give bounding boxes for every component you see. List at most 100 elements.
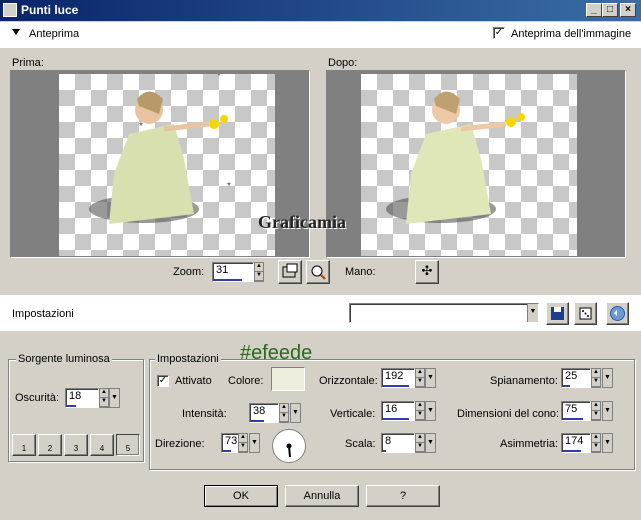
intensity-slider[interactable] [251, 420, 264, 422]
scale-label: Scala: [345, 438, 376, 450]
scale-dropdown[interactable]: ▼ [425, 433, 436, 453]
cancel-button[interactable]: Annulla [285, 485, 359, 507]
pan-label: Mano: [345, 266, 376, 278]
zoom-tool-button[interactable] [306, 260, 330, 284]
darkness-label: Oscurità: [15, 392, 60, 404]
direction-dial[interactable] [272, 429, 306, 463]
horizontal-dropdown[interactable]: ▼ [425, 368, 436, 388]
cone-size-label: Dimensioni del cono: [457, 408, 560, 420]
scale-slider[interactable] [383, 450, 386, 452]
direction-spinner[interactable]: ▲ ▼ [238, 433, 248, 453]
darkness-dropdown[interactable]: ▼ [109, 388, 120, 408]
light-preset-3[interactable]: 3 [64, 434, 88, 456]
zoom-slider[interactable] [214, 279, 242, 281]
presets-dropdown[interactable]: ▼ [349, 303, 539, 323]
after-image [386, 91, 525, 224]
light-preset-2[interactable]: 2 [38, 434, 62, 456]
preview-toggle[interactable]: Anteprima [29, 28, 79, 40]
zoom-spinner[interactable]: ▲ ▼ [254, 262, 264, 282]
svg-text:*: * [139, 121, 143, 132]
horizontal-label: Orizzontale: [319, 375, 378, 387]
vertical-spinner[interactable]: ▲ ▼ [415, 401, 425, 421]
darkness-slider[interactable] [67, 405, 76, 407]
light-presets: 1 2 3 4 5 [12, 434, 142, 456]
close-button[interactable]: × [620, 3, 636, 17]
enabled-label: Attivato [175, 375, 212, 387]
maximize-button[interactable]: □ [602, 3, 618, 17]
after-label: Dopo: [328, 57, 358, 69]
color-swatch[interactable] [271, 367, 305, 391]
image-preview-label: Anteprima dell'immagine [511, 28, 632, 40]
dial-needle-icon [286, 443, 292, 458]
light-preset-4[interactable]: 4 [90, 434, 114, 456]
light-preset-5[interactable]: 5 [116, 434, 140, 456]
preview-bar: Anteprima ✓ Anteprima dell'immagine [0, 22, 641, 48]
intensity-spinner[interactable]: ▲ ▼ [279, 403, 289, 423]
app-icon [3, 3, 17, 17]
collapse-arrow-icon[interactable] [12, 29, 20, 35]
minimize-button[interactable]: _ [586, 3, 602, 17]
ok-button[interactable]: OK [204, 485, 278, 507]
presets-bar: Impostazioni ▼ [0, 295, 641, 331]
svg-text:*: * [217, 74, 221, 82]
horizontal-spinner[interactable]: ▲ ▼ [415, 368, 425, 388]
presets-label: Impostazioni [12, 308, 74, 320]
title-bar: Punti luce _ □ × [0, 0, 641, 21]
light-preset-5-number: 5 [125, 444, 131, 453]
pan-button[interactable]: ✣ [415, 260, 439, 284]
dropdown-arrow-icon[interactable]: ▼ [527, 304, 538, 322]
asymmetry-spinner[interactable]: ▲ ▼ [591, 433, 601, 453]
help-button[interactable]: ? [366, 485, 440, 507]
light-preset-2-number: 2 [47, 444, 53, 453]
smoothing-dropdown[interactable]: ▼ [602, 368, 613, 388]
color-label: Colore: [228, 375, 264, 387]
dice-icon [579, 307, 592, 320]
cone-size-dropdown[interactable]: ▼ [602, 401, 613, 421]
horizontal-slider[interactable] [383, 385, 409, 387]
direction-label: Direzione: [155, 438, 205, 450]
smoothing-spinner[interactable]: ▲ ▼ [591, 368, 601, 388]
move-icon: ✣ [421, 263, 433, 278]
asymmetry-slider[interactable] [563, 450, 581, 452]
smoothing-label: Spianamento: [490, 375, 558, 387]
random-preset-button[interactable] [574, 302, 597, 325]
reset-icon [610, 306, 625, 321]
darkness-spinner[interactable]: ▲ ▼ [99, 388, 109, 408]
light-preset-4-number: 4 [99, 444, 105, 453]
svg-text:*: * [227, 181, 231, 192]
before-label: Prima: [12, 57, 44, 69]
zoom-fit-button[interactable] [278, 260, 302, 284]
direction-dropdown[interactable]: ▼ [249, 433, 260, 453]
asymmetry-label: Asimmetria: [500, 438, 559, 450]
vertical-dropdown[interactable]: ▼ [425, 401, 436, 421]
asymmetry-dropdown[interactable]: ▼ [602, 433, 613, 453]
image-preview-checkbox[interactable]: ✓ [493, 27, 505, 39]
light-source-title: Sorgente luminosa [16, 353, 112, 365]
vertical-slider[interactable] [383, 418, 409, 420]
zoom-fit-icon [282, 263, 298, 278]
annotation-text: #efeede [240, 342, 313, 364]
reset-button[interactable] [606, 302, 629, 325]
settings-title: Impostazioni [155, 353, 221, 365]
light-preset-3-number: 3 [73, 444, 79, 453]
intensity-label: Intensità: [182, 408, 227, 420]
cone-size-spinner[interactable]: ▲ ▼ [591, 401, 601, 421]
smoothing-slider[interactable] [563, 385, 570, 387]
scale-spinner[interactable]: ▲ ▼ [415, 433, 425, 453]
enabled-checkbox[interactable]: ✓ [157, 375, 169, 387]
intensity-dropdown[interactable]: ▼ [290, 403, 301, 423]
after-preview[interactable] [326, 70, 626, 258]
scale-input[interactable]: 8 [381, 433, 415, 453]
save-preset-button[interactable] [546, 302, 569, 325]
floppy-icon [551, 307, 564, 320]
cone-size-slider[interactable] [563, 418, 583, 420]
light-preset-1[interactable]: 1 [12, 434, 36, 456]
watermark: Graficamia [258, 212, 346, 232]
magnifier-icon [311, 265, 326, 280]
window-title: Punti luce [21, 3, 79, 17]
direction-slider[interactable] [223, 450, 231, 452]
zoom-label: Zoom: [173, 266, 205, 278]
light-preset-1-number: 1 [21, 444, 27, 453]
vertical-label: Verticale: [330, 408, 376, 420]
before-image: * * * [89, 74, 231, 224]
